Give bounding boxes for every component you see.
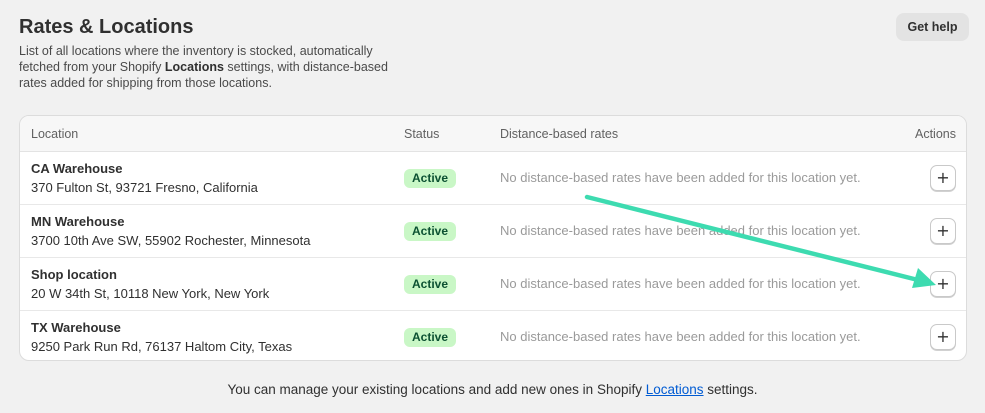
locations-settings-link[interactable]: Locations — [646, 382, 704, 397]
locations-table: Location Status Distance-based rates Act… — [19, 115, 967, 361]
rates-empty-message: No distance-based rates have been added … — [500, 223, 861, 238]
column-header-actions: Actions — [915, 127, 956, 141]
location-address: 370 Fulton St, 93721 Fresno, California — [31, 180, 258, 195]
status-badge: Active — [404, 275, 457, 294]
column-header-location: Location — [31, 127, 79, 141]
table-row: TX Warehouse 9250 Park Run Rd, 76137 Hal… — [20, 311, 966, 360]
table-row: Shop location 20 W 34th St, 10118 New Yo… — [20, 258, 966, 311]
description-locations-emphasis: Locations — [164, 60, 224, 74]
location-address: 20 W 34th St, 10118 New York, New York — [31, 286, 270, 301]
plus-icon: + — [936, 168, 950, 187]
column-header-rates: Distance-based rates — [500, 127, 619, 141]
footer-text-end: settings. — [703, 382, 758, 397]
table-row: MN Warehouse 3700 10th Ave SW, 55902 Roc… — [20, 205, 966, 258]
location-address: 9250 Park Run Rd, 76137 Haltom City, Tex… — [31, 339, 293, 354]
status-badge: Active — [404, 222, 457, 241]
status-badge: Active — [404, 328, 457, 347]
page-description: List of all locations where the inventor… — [19, 43, 399, 91]
rates-empty-message: No distance-based rates have been added … — [500, 276, 861, 291]
plus-icon: + — [936, 221, 950, 240]
location-name: Shop location — [31, 267, 117, 282]
location-name: TX Warehouse — [31, 320, 121, 335]
table-header: Location Status Distance-based rates Act… — [20, 116, 966, 152]
add-rate-button[interactable]: + — [930, 165, 956, 191]
footer-text-start: You can manage your existing locations a… — [227, 382, 646, 397]
location-name: MN Warehouse — [31, 214, 125, 229]
page-title: Rates & Locations — [19, 16, 194, 38]
rates-empty-message: No distance-based rates have been added … — [500, 329, 861, 344]
footer-note: You can manage your existing locations a… — [0, 381, 985, 398]
add-rate-button[interactable]: + — [930, 324, 956, 350]
table-row: CA Warehouse 370 Fulton St, 93721 Fresno… — [20, 152, 966, 205]
get-help-button[interactable]: Get help — [896, 13, 969, 41]
location-name: CA Warehouse — [31, 161, 123, 176]
add-rate-button[interactable]: + — [930, 271, 956, 297]
rates-empty-message: No distance-based rates have been added … — [500, 170, 861, 185]
plus-icon: + — [936, 274, 950, 293]
add-rate-button[interactable]: + — [930, 218, 956, 244]
plus-icon: + — [936, 327, 950, 346]
location-address: 3700 10th Ave SW, 55902 Rochester, Minne… — [31, 233, 311, 248]
status-badge: Active — [404, 169, 457, 188]
column-header-status: Status — [404, 127, 440, 141]
